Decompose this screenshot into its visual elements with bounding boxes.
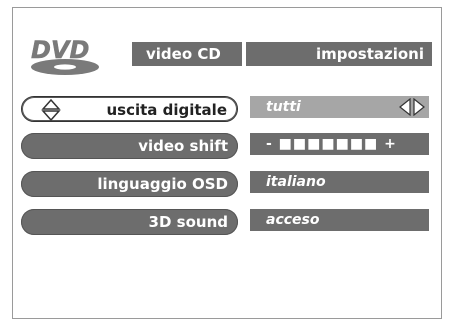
video-shift-meter: - ■■■■■■■ + xyxy=(266,136,397,152)
value-3d-sound[interactable]: acceso xyxy=(250,209,429,231)
value-video-shift[interactable]: - ■■■■■■■ + xyxy=(250,133,429,155)
value-text: italiano xyxy=(266,174,326,190)
menu-item-label: video shift xyxy=(138,137,228,155)
up-down-arrows-icon xyxy=(41,99,61,121)
menu-item-label: 3D sound xyxy=(148,213,228,231)
value-uscita-digitale[interactable]: tutti xyxy=(250,96,429,118)
menu-item-label: uscita digitale xyxy=(106,101,227,119)
menu-item-video-shift[interactable]: video shift xyxy=(21,133,238,159)
tab-video-cd[interactable]: video CD xyxy=(132,42,242,66)
menu-item-3d-sound[interactable]: 3D sound xyxy=(21,209,238,235)
dvd-logo: DVD xyxy=(31,36,99,75)
menu-item-label: linguaggio OSD xyxy=(97,175,228,193)
value-linguaggio-osd[interactable]: italiano xyxy=(250,171,429,193)
menu-item-linguaggio-osd[interactable]: linguaggio OSD xyxy=(21,171,238,197)
left-right-arrows-icon[interactable] xyxy=(398,98,426,116)
value-text: tutti xyxy=(266,99,301,115)
value-text: acceso xyxy=(266,212,320,228)
menu-item-uscita-digitale[interactable]: uscita digitale xyxy=(21,96,238,122)
tab-impostazioni[interactable]: impostazioni xyxy=(246,42,432,66)
